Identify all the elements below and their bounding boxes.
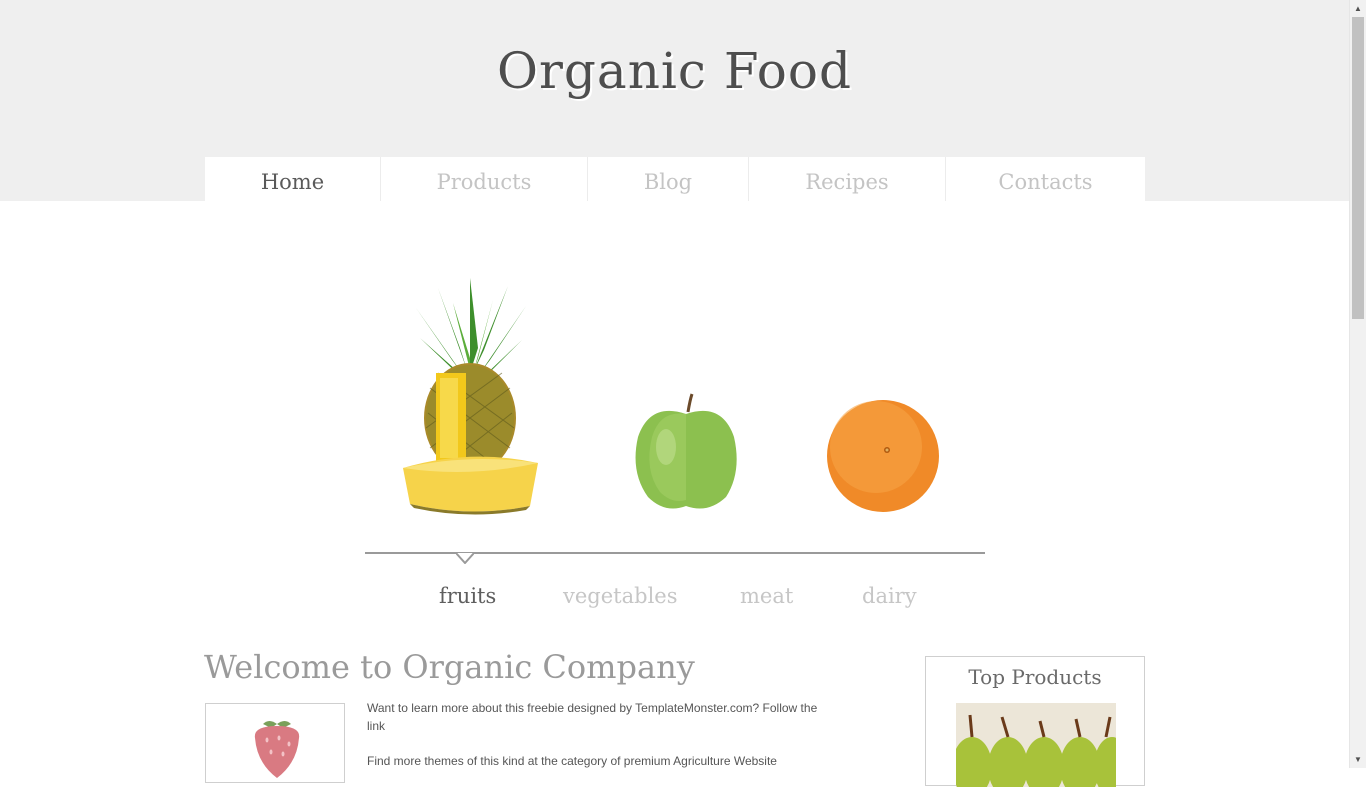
intro-paragraph: Want to learn more about this freebie de… <box>367 701 818 733</box>
scroll-up-icon[interactable]: ▲ <box>1350 0 1366 17</box>
slider-pointer-icon <box>456 552 474 564</box>
strawberry-icon <box>254 721 300 778</box>
pineapple-image <box>403 278 538 515</box>
category-tab-meat[interactable]: meat <box>740 584 793 608</box>
nav-item-recipes[interactable]: Recipes <box>749 157 946 201</box>
page-scrollbar[interactable]: ▲ ▼ <box>1349 0 1366 768</box>
green-apple-image <box>635 393 737 509</box>
site-title: Organic Food <box>497 42 852 100</box>
welcome-intro: Want to learn more about this freebie de… <box>367 699 837 787</box>
scroll-thumb[interactable] <box>1352 17 1364 319</box>
top-products-title: Top Products <box>968 665 1102 689</box>
category-tab-vegetables[interactable]: vegetables <box>563 584 678 608</box>
scroll-down-icon[interactable]: ▼ <box>1350 751 1366 768</box>
nav-item-home[interactable]: Home <box>205 157 381 201</box>
pears-image[interactable] <box>956 703 1116 787</box>
category-tab-fruits[interactable]: fruits <box>439 584 496 608</box>
top-products-panel: Top Products <box>925 656 1145 787</box>
welcome-title: Welcome to Organic Company <box>204 648 695 686</box>
nav-item-contacts[interactable]: Contacts <box>946 157 1145 201</box>
intro-paragraph: Find more themes of this kind at the cat… <box>367 754 777 768</box>
orange-image <box>827 400 939 512</box>
welcome-thumbnail <box>205 703 345 783</box>
nav-item-products[interactable]: Products <box>381 157 588 201</box>
category-tab-dairy[interactable]: dairy <box>862 584 917 608</box>
main-nav: Home Products Blog Recipes Contacts <box>205 157 1145 201</box>
nav-item-blog[interactable]: Blog <box>588 157 749 201</box>
